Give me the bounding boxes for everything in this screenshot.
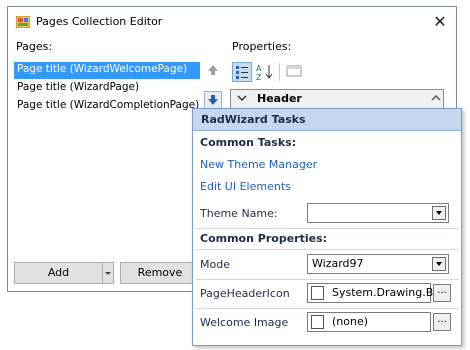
page-header-icon-field[interactable]: System.Drawing.Bi xyxy=(307,283,436,303)
common-properties-heading: Common Properties: xyxy=(200,232,328,245)
add-button[interactable]: Add xyxy=(14,262,103,284)
page-list-item-wizard-page[interactable]: Page title (WizardPage) xyxy=(14,80,200,97)
page-header-icon-value: System.Drawing.Bi xyxy=(332,286,437,299)
chevron-down-icon[interactable] xyxy=(237,93,247,103)
svg-text:A: A xyxy=(256,64,262,73)
chevron-down-icon[interactable] xyxy=(432,206,446,220)
arrow-down-icon xyxy=(208,95,218,105)
move-down-button[interactable] xyxy=(204,91,222,109)
property-grid[interactable]: Header xyxy=(230,89,444,109)
edit-ui-elements-link[interactable]: Edit UI Elements xyxy=(200,180,291,193)
chevron-down-icon xyxy=(105,272,111,275)
welcome-image-browse-button[interactable]: ... xyxy=(433,313,451,331)
pages-label: Pages: xyxy=(16,40,53,53)
header-category-label: Header xyxy=(257,92,302,105)
categorized-icon xyxy=(236,66,248,79)
divider xyxy=(195,249,459,250)
common-tasks-heading: Common Tasks: xyxy=(200,136,297,149)
property-pages-icon xyxy=(286,65,302,77)
alphabetical-icon: A Z xyxy=(256,64,273,82)
theme-name-combo[interactable] xyxy=(307,203,449,223)
toolbar-separator xyxy=(279,63,280,81)
window-title: Pages Collection Editor xyxy=(36,15,163,28)
panel-header: RadWizard Tasks xyxy=(193,109,461,131)
new-theme-manager-link[interactable]: New Theme Manager xyxy=(200,158,317,171)
arrow-up-icon xyxy=(208,65,218,75)
property-pages-button[interactable] xyxy=(285,62,305,82)
add-dropdown-button[interactable] xyxy=(102,262,114,284)
property-grid-toolbar: A Z xyxy=(230,59,452,85)
svg-text:Z: Z xyxy=(256,73,262,82)
radwizard-tasks-panel: RadWizard Tasks Common Tasks: New Theme … xyxy=(192,108,462,346)
categorized-button[interactable] xyxy=(232,62,252,82)
remove-button[interactable]: Remove xyxy=(120,262,200,284)
welcome-image-value: (none) xyxy=(332,315,369,328)
scroll-up-icon[interactable] xyxy=(431,93,441,103)
close-icon[interactable]: ✕ xyxy=(430,12,450,32)
mode-label: Mode xyxy=(200,258,230,271)
divider xyxy=(195,228,459,229)
pages-list[interactable]: Page title (WizardWelcomePage) Page titl… xyxy=(14,59,200,251)
property-category-header[interactable]: Header xyxy=(231,90,443,108)
divider xyxy=(195,279,459,280)
app-icon xyxy=(16,16,30,28)
divider xyxy=(195,308,459,309)
welcome-image-field[interactable]: (none) xyxy=(307,312,431,332)
page-header-icon-browse-button[interactable]: ... xyxy=(433,284,451,302)
mode-combo[interactable]: Wizard97 xyxy=(307,254,449,274)
mode-value: Wizard97 xyxy=(312,257,364,270)
properties-label: Properties: xyxy=(232,40,292,53)
chevron-down-icon[interactable] xyxy=(432,257,446,271)
move-up-button[interactable] xyxy=(204,61,222,79)
image-preview-swatch xyxy=(311,315,324,329)
image-preview-swatch xyxy=(311,286,324,300)
theme-name-label: Theme Name: xyxy=(200,207,278,220)
panel-title: RadWizard Tasks xyxy=(201,113,306,126)
title-bar[interactable]: Pages Collection Editor ✕ xyxy=(8,7,456,37)
page-header-icon-label: PageHeaderIcon xyxy=(200,287,290,300)
page-list-item-welcome[interactable]: Page title (WizardWelcomePage) xyxy=(14,62,200,79)
welcome-image-label: Welcome Image xyxy=(200,316,289,329)
page-list-item-completion[interactable]: Page title (WizardCompletionPage) xyxy=(14,98,200,115)
alphabetical-button[interactable]: A Z xyxy=(255,62,275,82)
